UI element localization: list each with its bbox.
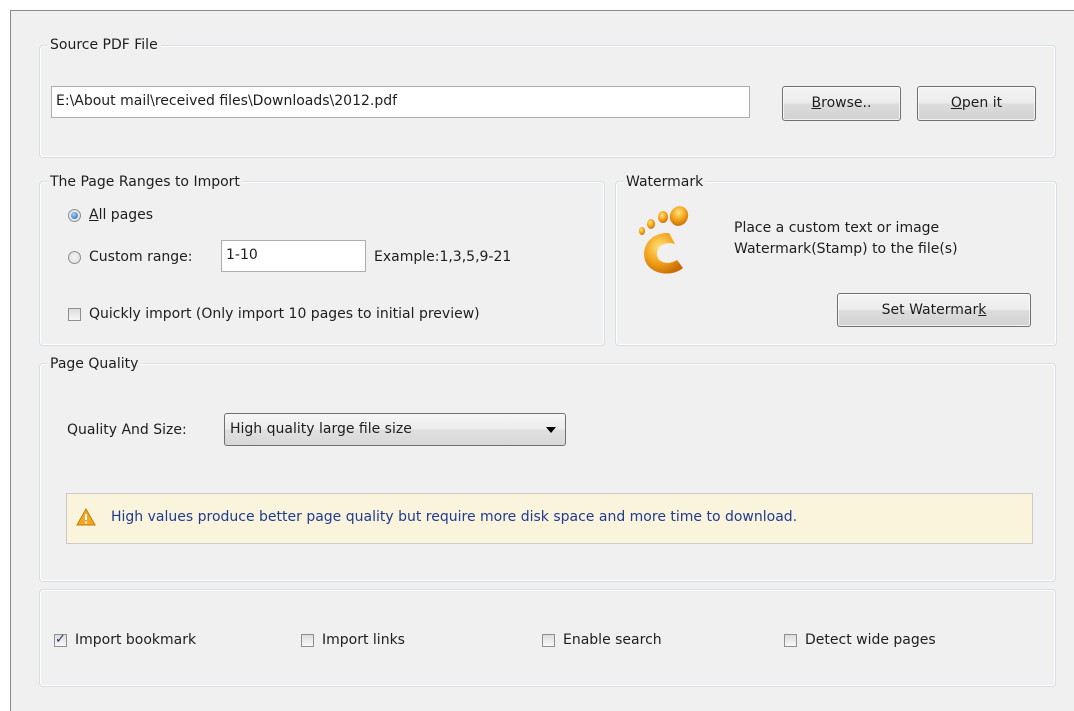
dialog-frame: Source PDF File E:\About mail\received f…	[10, 10, 1074, 711]
watermark-description-line1: Place a custom text or image	[734, 220, 940, 236]
quality-selected-value: High quality large file size	[230, 421, 412, 437]
source-path-input[interactable]: E:\About mail\received files\Downloads\2…	[51, 86, 750, 118]
open-label-rest: pen it	[961, 95, 1003, 111]
import-links-checkbox[interactable]	[301, 634, 314, 647]
detect-wide-pages-checkbox[interactable]	[784, 634, 797, 647]
all-pages-label[interactable]: All pages	[89, 206, 153, 224]
all-pages-label-rest: ll pages	[98, 207, 154, 223]
all-pages-mnemonic: A	[89, 207, 99, 223]
source-pdf-legend: Source PDF File	[47, 37, 161, 53]
custom-range-input[interactable]: 1-10	[221, 240, 366, 272]
open-mnemonic: O	[950, 95, 962, 111]
watermark-footprint-icon	[633, 204, 695, 276]
enable-search-checkbox[interactable]	[542, 634, 555, 647]
warning-triangle-icon	[76, 507, 96, 530]
page-ranges-legend: The Page Ranges to Import	[47, 174, 243, 190]
custom-range-label[interactable]: Custom range:	[89, 248, 193, 266]
quality-warning-box: High values produce better page quality …	[66, 493, 1033, 544]
quick-import-checkbox[interactable]	[68, 308, 81, 321]
import-bookmark-checkbox[interactable]	[54, 632, 67, 647]
all-pages-radio[interactable]	[68, 209, 81, 222]
watermark-legend: Watermark	[623, 174, 707, 190]
quality-size-label: Quality And Size:	[67, 422, 187, 438]
quick-import-label[interactable]: Quickly import (Only import 10 pages to …	[89, 305, 480, 323]
browse-mnemonic: B	[811, 95, 822, 111]
import-bookmark-label[interactable]: Import bookmark	[75, 631, 196, 649]
custom-range-radio[interactable]	[68, 251, 81, 264]
watermark-description-line2: Watermark(Stamp) to the file(s)	[734, 241, 958, 257]
import-links-label[interactable]: Import links	[322, 631, 405, 649]
browse-button[interactable]: Browse..	[782, 86, 901, 121]
range-example-text: Example:1,3,5,9-21	[374, 249, 512, 265]
page-quality-group	[39, 363, 1056, 582]
enable-search-label[interactable]: Enable search	[563, 631, 662, 649]
detect-wide-pages-label[interactable]: Detect wide pages	[805, 631, 936, 649]
set-watermark-label-pre: Set Watermar	[881, 302, 979, 318]
browse-label-rest: rowse..	[821, 95, 872, 111]
open-it-button[interactable]: Open it	[917, 86, 1036, 121]
page-quality-legend: Page Quality	[47, 356, 142, 372]
quality-size-select[interactable]: High quality large file size	[224, 413, 566, 446]
chevron-down-icon	[546, 427, 556, 433]
quality-warning-text: High values produce better page quality …	[111, 509, 798, 525]
set-watermark-mnemonic: k	[978, 302, 987, 318]
set-watermark-button[interactable]: Set Watermark	[837, 293, 1031, 327]
